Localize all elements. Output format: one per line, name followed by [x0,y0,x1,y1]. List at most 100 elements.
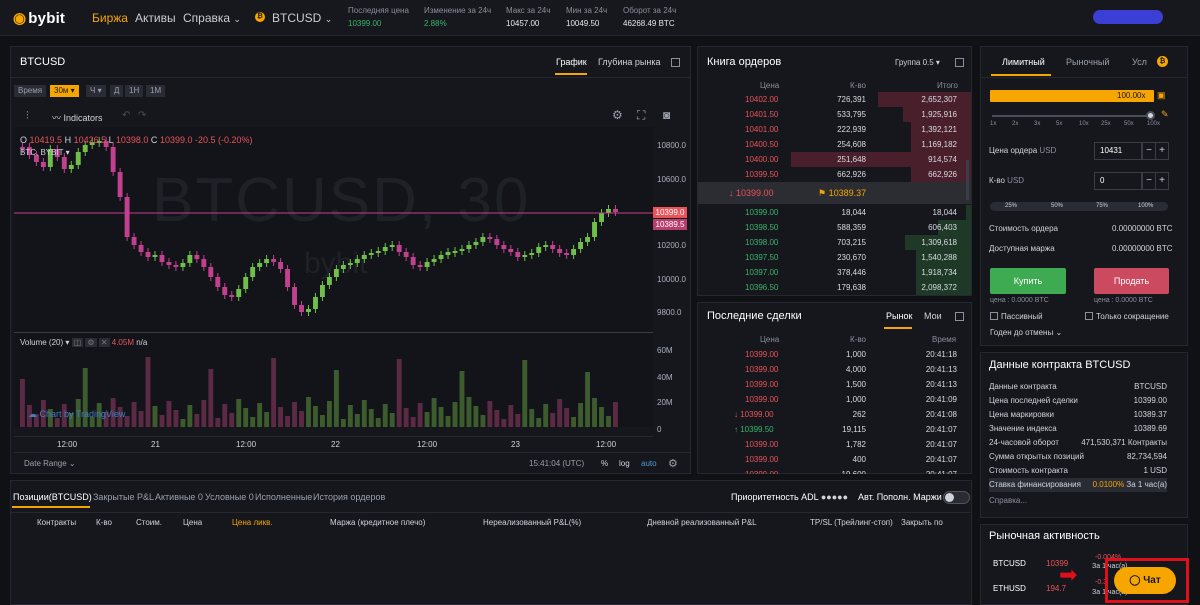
edit-icon[interactable]: ✎ [1161,109,1169,120]
trade-qty: 1,782 [845,440,866,449]
tab-market[interactable]: Рыночный [1066,57,1109,67]
col-price: Цена [183,518,203,527]
order-qty-input[interactable]: 0 [1094,172,1142,190]
sell-button[interactable]: Продать [1094,268,1169,294]
trade-price: 10399.00 [745,437,778,452]
trade-time: 20:41:08 [925,410,957,419]
leverage-tick[interactable]: 3x [1034,121,1040,127]
trade-qty: 400 [852,455,866,464]
contract-label: Сумма открытых позиций [989,452,1084,461]
trade-row: 10399.00 1,500 20:41:13 [698,377,971,392]
trade-time: 20:41:07 [925,440,957,449]
annotation-arrow-icon: ➡ [1059,562,1078,587]
tab-limit[interactable]: Лимитный [1002,57,1045,67]
col-qty: К-во [96,518,112,527]
chat-button[interactable]: ◯ Чат [1114,567,1176,594]
tab-positions-underline [12,506,90,508]
passive-label: Пассивный [1001,312,1043,321]
contract-help-link[interactable]: Справка... [989,496,1027,505]
contract-value: 471,530,371 Контракты [1081,438,1167,447]
chevron-down-icon: ⌄ [1055,328,1063,337]
trade-qty: 19,600 [842,467,866,474]
leverage-tick[interactable]: 10x [1079,121,1089,127]
trade-price: 10399.00 [745,452,778,467]
contract-row: Сумма открытых позиций 82,734,594 [989,450,1167,464]
trade-qty: 262 [852,410,866,419]
leverage-tick[interactable]: 50x [1124,121,1134,127]
trade-price-value: 10399.00 [745,380,779,389]
contract-row: Ставка финансирования 0.0100% За 1 час(а) [989,478,1167,492]
adl-priority: Приоритетность ADL ●●●●● [731,492,849,502]
trade-row: ↑ 10399.50 19,115 20:41:07 [698,422,971,437]
time-in-force-select[interactable]: Годен до отмены ⌄ [990,328,1062,337]
tab-order-history[interactable]: История ордеров [313,492,385,502]
qty-increment-button[interactable]: + [1155,172,1169,190]
col-liq-price: Цена ликв. [232,518,273,527]
tab-active-orders[interactable]: Активные 0 [155,492,203,502]
trade-time: 20:41:07 [925,425,957,434]
trade-price: 10399.00 [745,392,778,407]
info-icon[interactable]: ₿ [1157,56,1168,67]
tab-filled[interactable]: Исполненные [255,492,312,502]
trade-price: ↓ 10399.00 [734,407,774,422]
contract-row: Цена маркировки 10389.37 [989,408,1167,422]
pct-25-button[interactable]: 25% [1005,202,1017,211]
buy-cost: цена : 0.0000 BTC [990,297,1049,304]
trade-time: 20:41:09 [925,395,957,404]
tab-limit-underline [991,74,1051,76]
leverage-slider[interactable] [992,115,1152,117]
leverage-tick[interactable]: 5x [1056,121,1062,127]
col-close-by: Закрыть по [901,518,943,527]
auto-margin-toggle[interactable] [943,491,970,504]
trade-row: 10399.00 400 20:41:07 [698,452,971,467]
available-margin-label: Доступная маржа [989,244,1055,253]
trade-row: 10399.00 1,782 20:41:07 [698,437,971,452]
market-activity-title: Рыночная активность [989,530,1100,542]
reduce-only-label: Только сокращение [1096,312,1169,321]
trade-price-value: 10399.00 [745,350,779,359]
price-increment-button[interactable]: + [1155,142,1169,160]
activity-symbol[interactable]: BTCUSD [993,559,1026,568]
order-price-input[interactable]: 10431 [1094,142,1142,160]
trade-row: 10399.00 1,000 20:41:09 [698,392,971,407]
contract-title: Данные контракта BTCUSD [989,359,1131,371]
leverage-tick[interactable]: 2x [1012,121,1018,127]
positions-divider [10,512,972,513]
activity-symbol[interactable]: ETHUSD [993,584,1026,593]
trade-row: 10399.00 19,600 20:41:07 [698,467,971,474]
trade-price: 10399.00 [745,347,778,362]
tab-positions[interactable]: Позиции(BTCUSD) [13,492,92,502]
trade-price-value: 10399.00 [745,470,778,474]
contract-label: Ставка финансирования [989,480,1081,489]
auto-margin-label: Авт. Пополн. Маржи [858,492,942,502]
leverage-slider-handle[interactable] [1146,111,1155,120]
order-form-divider [980,77,1188,78]
pct-100-button[interactable]: 100% [1138,202,1153,211]
leverage-tick[interactable]: 100x [1147,121,1160,127]
buy-button[interactable]: Купить [990,268,1066,294]
pct-50-button[interactable]: 50% [1051,202,1063,211]
trade-time: 20:41:07 [926,467,957,474]
col-tpsl: TP/SL (Трейлинг-стоп) [810,518,893,527]
tab-conditional[interactable]: Усл [1132,57,1147,67]
contract-value: 10389.37 [1133,410,1167,419]
reduce-only-checkbox[interactable] [1085,312,1093,320]
lock-icon[interactable]: ▣ [1157,90,1166,101]
contract-row: 24-часовой оборот 471,530,371 Контракты [989,436,1167,450]
qty-label: К-во USD [989,176,1025,185]
contract-value: 82,734,594 [1126,452,1167,461]
trade-qty: 1,000 [845,350,866,359]
contract-value: 1 USD [1143,466,1167,475]
leverage-tick[interactable]: 25x [1101,121,1111,127]
tab-conditional-orders[interactable]: Условные 0 [205,492,254,502]
contract-value: 10389.69 [1133,424,1167,433]
tab-closed-pnl[interactable]: Закрытые P&L [93,492,154,502]
sell-cost: цена : 0.0000 BTC [1094,297,1153,304]
price-decrement-button[interactable]: − [1142,142,1156,160]
leverage-tick[interactable]: 1x [990,121,996,127]
contract-row: Значение индекса 10389.69 [989,422,1167,436]
contract-value: 0.0100% За 1 час(а) [1092,480,1167,489]
qty-decrement-button[interactable]: − [1142,172,1156,190]
passive-checkbox[interactable] [990,312,998,320]
pct-75-button[interactable]: 75% [1096,202,1108,211]
